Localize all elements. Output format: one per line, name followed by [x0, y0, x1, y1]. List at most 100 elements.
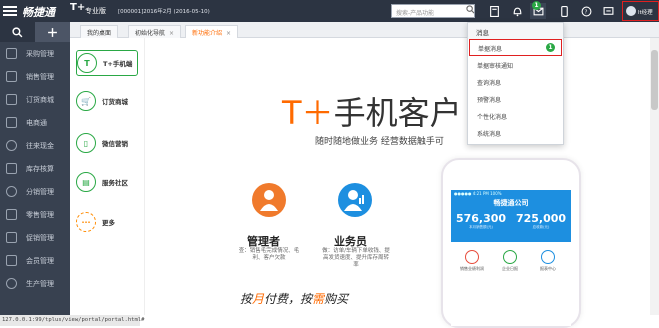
tab-desktop[interactable]: 我的桌面 — [80, 25, 119, 38]
mobile-app-icon: T — [77, 53, 97, 73]
feature-nav-wechat[interactable]: ▯ 微信营销 — [76, 130, 138, 156]
add-icon[interactable] — [35, 22, 70, 42]
tab-label: 我的桌面 — [87, 30, 112, 37]
dropdown-item-label: 单据审核通知 — [477, 63, 514, 70]
sidebar-item-distribution[interactable]: 分销管理 — [0, 180, 70, 203]
role-salesperson-name: 业务员 — [334, 235, 367, 248]
stat-label: 本月销售额(元) — [469, 225, 493, 229]
sidebar-item-label: 销售管理 — [26, 72, 54, 81]
pricing-slogan: 按月付费，按需购买 — [240, 290, 348, 307]
dropdown-item-alerts[interactable]: 预警消息 — [468, 90, 563, 107]
tab-init-nav[interactable]: 初始化导航 × — [128, 25, 182, 38]
hero-title: T＋手机客户 — [282, 88, 462, 134]
feature-nav-label: 服务社区 — [102, 179, 128, 187]
sidebar-item-mall[interactable]: 订货商城 — [0, 88, 70, 111]
cash-icon — [6, 140, 17, 151]
top-bar: 畅捷通 T+ 专业版 [000001]2016年2月 (2016-05-10) … — [0, 0, 659, 22]
sidebar-item-label: 订货商城 — [26, 95, 54, 104]
feature-nav-more[interactable]: ··· 更多 — [76, 209, 138, 235]
brand-t-logo: T+ — [70, 2, 86, 13]
dropdown-item-label: 系统消息 — [477, 131, 502, 138]
grid-label: 报表中心 — [540, 266, 556, 271]
sidebar-item-label: 采购管理 — [26, 49, 54, 58]
phone-grid-item: 报表中心 — [529, 246, 567, 276]
unread-badge: 1 — [546, 43, 555, 52]
brand-logo: 畅捷通 — [22, 6, 55, 19]
distribution-icon — [6, 186, 17, 197]
scrollbar[interactable] — [650, 38, 659, 315]
ecommerce-icon — [6, 117, 17, 128]
sidebar-item-ecommerce[interactable]: 电商通 — [0, 111, 70, 134]
sidebar-item-purchase[interactable]: 采购管理 — [0, 42, 70, 65]
dropdown-item-system[interactable]: 系统消息 — [468, 124, 563, 141]
sidebar-search-icon[interactable] — [0, 22, 35, 42]
help-icon[interactable]: ? — [578, 3, 594, 19]
promotion-icon — [6, 232, 17, 243]
sidebar-item-production[interactable]: 生产管理 — [0, 272, 70, 295]
chat-icon[interactable] — [600, 3, 616, 19]
wechat-icon: ▯ — [76, 133, 96, 153]
scrollbar-thumb[interactable] — [651, 50, 658, 110]
feature-nav-label: 订货商城 — [102, 98, 128, 106]
grid-label: 销售业绩利润 — [460, 266, 484, 271]
sidebar-item-promotion[interactable]: 促销管理 — [0, 226, 70, 249]
chart-icon — [465, 250, 479, 264]
retail-icon — [6, 209, 17, 220]
phone-screen: ●●●●● 4:21 PM 100% 畅捷通公司 576,300 本月销售额(元)… — [451, 190, 571, 326]
feature-nav-mall[interactable]: 🛒 订货商城 — [76, 88, 138, 114]
slogan-highlight: 月 — [252, 292, 265, 306]
sidebar-item-sales[interactable]: 销售管理 — [0, 65, 70, 88]
user-name: lt经理 — [638, 10, 653, 16]
community-icon: ▤ — [76, 172, 96, 192]
user-menu[interactable]: lt经理 — [622, 1, 659, 21]
menu-icon[interactable] — [3, 4, 17, 18]
close-icon[interactable]: × — [226, 30, 231, 37]
sidebar-toolbar — [0, 22, 70, 42]
role-manager-name: 管理者 — [247, 235, 280, 248]
sidebar-item-label: 往来现金 — [26, 141, 54, 150]
salesperson-icon — [338, 183, 372, 217]
sidebar-item-inventory[interactable]: 库存核算 — [0, 157, 70, 180]
hero-title-prefix: T＋ — [282, 94, 334, 132]
mobile-icon[interactable] — [556, 3, 572, 19]
sidebar-item-cash[interactable]: 往来现金 — [0, 134, 70, 157]
tab-label: 新功能介绍 — [192, 30, 223, 37]
feature-nav-label: T+手机端 — [103, 60, 133, 68]
feature-nav-label: 微信营销 — [102, 140, 128, 148]
role-manager-desc: 查：销售毛完成情况、毛利、客户欠款 — [238, 248, 300, 261]
more-icon: ··· — [76, 212, 96, 232]
search-input[interactable]: 搜索-产品功能 — [391, 4, 475, 18]
bell-icon[interactable] — [509, 3, 525, 19]
phone-grid-item: 企业日报 — [491, 246, 529, 276]
account-period: [000001]2016年2月 (2016-05-10) — [118, 9, 210, 15]
dropdown-item-query-messages[interactable]: 查询消息 — [468, 73, 563, 90]
sidebar-item-retail[interactable]: 零售管理 — [0, 203, 70, 226]
avatar — [626, 6, 636, 16]
message-badge: 1 — [532, 1, 541, 10]
phone-grid: 销售业绩利润 企业日报 报表中心 — [451, 242, 571, 280]
stat-value: 725,000 — [515, 212, 567, 225]
feature-nav-mobile[interactable]: T T+手机端 — [76, 50, 138, 76]
slogan-text: 购买 — [324, 292, 349, 306]
calculator-icon[interactable] — [486, 3, 502, 19]
feature-nav: T T+手机端 🛒 订货商城 ▯ 微信营销 ▤ 服务社区 ··· 更多 — [70, 38, 145, 315]
dropdown-item-document-messages[interactable]: 单据消息 1 — [469, 39, 562, 56]
close-icon[interactable]: × — [169, 30, 174, 37]
hero-title-rest: 手机客户 — [333, 94, 462, 132]
sidebar-item-label: 库存核算 — [26, 164, 54, 173]
dropdown-item-label: 预警消息 — [477, 97, 502, 104]
dropdown-item-personal[interactable]: 个性化消息 — [468, 107, 563, 124]
tab-new-features[interactable]: 新功能介绍 × — [185, 25, 239, 38]
sidebar-item-label: 促销管理 — [26, 233, 54, 242]
member-icon — [6, 255, 17, 266]
dropdown-item-audit-notice[interactable]: 单据审核通知 — [468, 56, 563, 73]
grid-label: 企业日报 — [502, 266, 518, 271]
search-icon[interactable] — [466, 5, 475, 14]
sidebar-item-label: 零售管理 — [26, 210, 54, 219]
sidebar-item-member[interactable]: 会员管理 — [0, 249, 70, 272]
cart-icon — [6, 48, 17, 59]
phone-title: 畅捷通公司 — [493, 199, 529, 207]
phone-mockup: ●●●●● 4:21 PM 100% 畅捷通公司 576,300 本月销售额(元)… — [441, 158, 581, 328]
phone-stats: 576,300 本月销售额(元) 725,000 应收款(元) — [451, 212, 571, 230]
feature-nav-community[interactable]: ▤ 服务社区 — [76, 169, 138, 195]
